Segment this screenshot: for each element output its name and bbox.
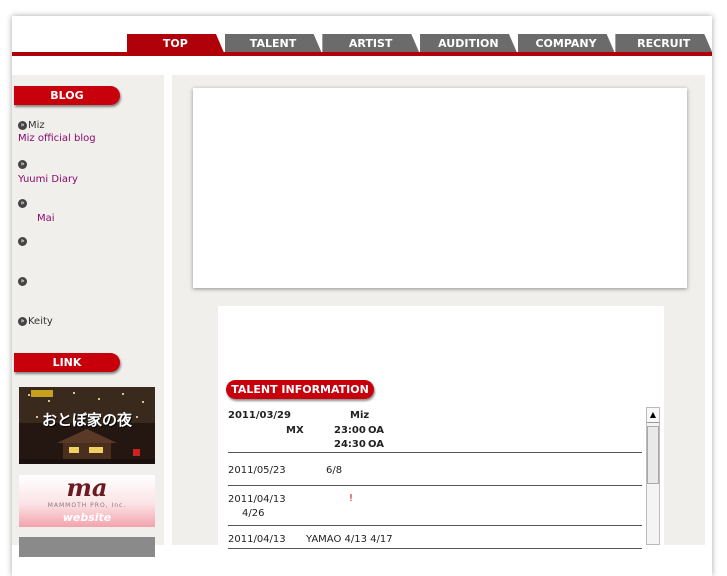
blog-item-mai[interactable]: » Mai [18,198,55,224]
blog-link[interactable]: Mai [18,213,55,224]
blog-item-5[interactable]: » [18,276,28,287]
news-text: 6/8 [326,465,343,476]
news-date: 2011/04/13 [228,534,286,545]
talent-info-list: 2011/03/29 Miz MX 23:00 OA 24:30 OA 2011… [228,410,642,549]
news-time: 23:00 [334,425,366,436]
scroll-up-arrow-icon[interactable]: ▲ [647,408,659,423]
nav-company[interactable]: COMPANY [517,34,615,52]
main-nav: TOP TALENT ARTIST AUDITION COMPANY RECRU… [127,34,713,52]
mammoth-website: website [62,511,112,524]
news-date: 2011/03/29 [228,410,291,421]
news-talent: Miz [350,410,370,421]
mammoth-logo: ma [66,475,108,502]
arrow-bullet-icon: » [18,276,27,286]
arrow-bullet-icon: » [18,316,27,326]
arrow-bullet-icon: » [18,159,27,169]
talent-info-heading: TALENT INFORMATION [226,380,374,399]
banner-photo[interactable] [19,537,155,557]
blog-link[interactable]: Miz official blog [18,133,96,144]
nav-top[interactable]: TOP [127,34,224,52]
hero-image-area [193,88,687,288]
news-oa: OA [368,425,384,436]
blog-item-keity[interactable]: » Keity [18,316,53,327]
news-scrollbar[interactable]: ▲ [646,407,660,545]
mammoth-company: MAMMOTH PRO, Inc. [47,502,127,509]
news-entry[interactable]: 2011/05/23 6/8 [228,461,642,486]
banner-mammoth[interactable]: ma MAMMOTH PRO, Inc. website [19,475,155,527]
nav-recruit[interactable]: RECRUIT [615,34,713,52]
news-date: 2011/05/23 [228,465,286,476]
news-mark: ! [349,493,354,504]
blog-heading: BLOG [14,86,120,105]
arrow-bullet-icon: » [18,236,27,246]
banner-otobo[interactable]: おとぼ家の夜 [19,387,155,464]
nav-artist[interactable]: ARTIST [322,34,420,52]
news-oa: OA [368,439,384,450]
nav-underline [12,52,712,56]
nav-audition[interactable]: AUDITION [420,34,517,52]
arrow-bullet-icon: » [18,120,27,130]
news-entry[interactable]: 2011/04/13 ! 4/26 [228,493,642,526]
news-entry[interactable]: 2011/04/13 YAMAO 4/13 4/17 [228,534,642,549]
news-channel: MX [286,425,304,436]
news-time: 24:30 [334,439,366,450]
blog-item-miz[interactable]: » Miz Miz official blog [18,120,96,144]
news-entry[interactable]: 2011/03/29 Miz MX 23:00 OA 24:30 OA [228,410,642,453]
scroll-thumb[interactable] [647,426,659,484]
blog-link[interactable]: Yuumi Diary [18,174,78,185]
blog-item-4[interactable]: » [18,236,28,247]
blog-author: Keity [28,316,53,327]
banner-title: おとぼ家の夜 [41,411,132,429]
nav-talent[interactable]: TALENT [224,34,322,52]
blog-item-yuumi[interactable]: » Yuumi Diary [18,159,78,185]
arrow-bullet-icon: » [18,198,27,208]
news-date: 2011/04/13 [228,494,286,505]
news-text: YAMAO 4/13 4/17 [306,534,393,545]
link-heading: LINK [14,353,120,372]
news-text: 4/26 [242,508,265,519]
blog-author: Miz [28,120,45,131]
